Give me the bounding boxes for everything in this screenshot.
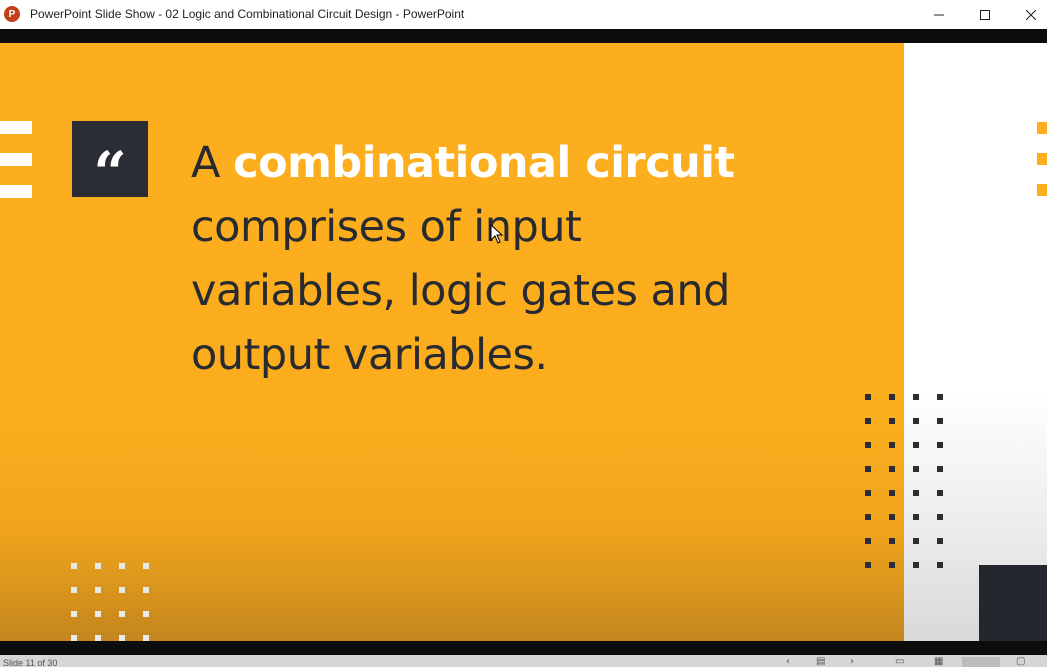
- quote-line-3: variables, logic gates and: [191, 266, 730, 316]
- decor-dot: [143, 587, 149, 593]
- decor-dot: [865, 490, 871, 496]
- decor-dot: [95, 587, 101, 593]
- decor-bar: [0, 185, 32, 198]
- close-icon: [1026, 9, 1036, 20]
- quote-line-4: output variables.: [191, 330, 548, 380]
- decor-dot: [889, 538, 895, 544]
- window-title: PowerPoint Slide Show - 02 Logic and Com…: [30, 7, 465, 21]
- status-bar: Slide 11 of 30 ‹ ▤ › ▭ ▦ ▢: [0, 655, 1047, 667]
- decor-dot: [913, 418, 919, 424]
- decor-dot: [143, 563, 149, 569]
- slideshow-border-bottom: [0, 641, 1047, 655]
- decor-dot: [865, 442, 871, 448]
- mouse-cursor-icon: [490, 224, 504, 244]
- quote-highlight: combinational circuit: [233, 138, 735, 188]
- decor-dot: [889, 466, 895, 472]
- decor-dot: [889, 490, 895, 496]
- decor-dot: [937, 538, 943, 544]
- decor-dot: [71, 563, 77, 569]
- quote-mark-icon: “: [93, 139, 127, 207]
- decor-dot: [889, 514, 895, 520]
- decor-dot: [913, 394, 919, 400]
- decor-dot: [865, 394, 871, 400]
- powerpoint-app-icon[interactable]: P: [4, 6, 20, 22]
- slide-counter: Slide 11 of 30: [3, 658, 58, 667]
- slide-sorter-icon[interactable]: ▦: [934, 657, 943, 667]
- decor-bar: [1037, 122, 1047, 134]
- normal-view-icon[interactable]: ▭: [895, 657, 904, 667]
- decor-dot: [71, 611, 77, 617]
- slide-canvas[interactable]: “ A combinational circuit comprises of i…: [0, 43, 1047, 641]
- decor-dot: [937, 466, 943, 472]
- decor-dot: [913, 466, 919, 472]
- previous-icon[interactable]: ‹: [786, 657, 790, 667]
- decor-dot: [71, 587, 77, 593]
- decor-dot: [865, 514, 871, 520]
- menu-icon[interactable]: ▤: [816, 657, 825, 667]
- decor-dot: [913, 538, 919, 544]
- decor-dot: [937, 490, 943, 496]
- decor-dot: [95, 563, 101, 569]
- title-bar: P PowerPoint Slide Show - 02 Logic and C…: [0, 0, 1047, 29]
- decor-dot: [889, 394, 895, 400]
- maximize-button[interactable]: [962, 0, 1008, 29]
- notes-icon[interactable]: ▢: [1016, 657, 1025, 667]
- decor-dot: [937, 418, 943, 424]
- corner-dark-square: [979, 565, 1047, 641]
- decor-dot: [889, 442, 895, 448]
- decor-dot: [865, 538, 871, 544]
- slideshow-border-top: [0, 29, 1047, 43]
- quote-mark-box: “: [72, 121, 148, 207]
- decor-dot: [937, 394, 943, 400]
- maximize-icon: [980, 9, 990, 20]
- quote-line-1: A combinational circuit: [191, 131, 791, 195]
- decor-dot: [889, 418, 895, 424]
- minimize-icon: [934, 14, 944, 15]
- decor-dot: [95, 611, 101, 617]
- decor-dot: [937, 514, 943, 520]
- decor-bar: [0, 153, 32, 166]
- quote-lead: A: [191, 138, 234, 188]
- decor-dot: [119, 563, 125, 569]
- decor-dot: [937, 442, 943, 448]
- decor-bar: [1037, 153, 1047, 165]
- decor-dot: [937, 562, 943, 568]
- decor-dot: [119, 611, 125, 617]
- reading-view-icon[interactable]: [962, 657, 1000, 667]
- decor-bar: [1037, 184, 1047, 196]
- quote-text[interactable]: A combinational circuit comprises of inp…: [191, 131, 791, 387]
- decor-dot: [913, 490, 919, 496]
- decor-dot: [865, 418, 871, 424]
- decor-dot: [889, 562, 895, 568]
- decor-dot: [119, 587, 125, 593]
- decor-dot: [143, 611, 149, 617]
- decor-dot: [913, 514, 919, 520]
- decor-dot: [865, 562, 871, 568]
- decor-dot: [913, 562, 919, 568]
- decor-dot: [913, 442, 919, 448]
- minimize-button[interactable]: [916, 0, 962, 29]
- decor-bar: [0, 121, 32, 134]
- close-button[interactable]: [1008, 0, 1047, 29]
- decor-dot: [865, 466, 871, 472]
- next-icon[interactable]: ›: [850, 657, 854, 667]
